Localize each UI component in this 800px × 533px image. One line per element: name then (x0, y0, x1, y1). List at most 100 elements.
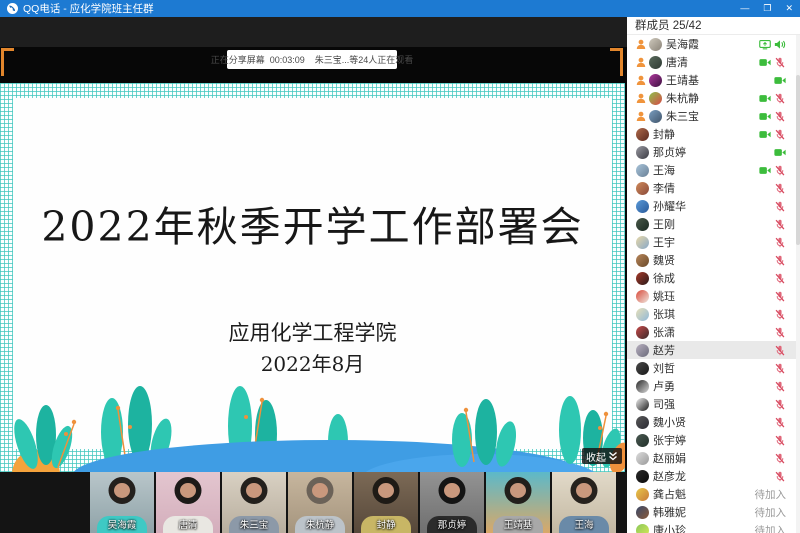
app-body: 正在分享屏幕 00:03:09 朱三宝...等24人正在观看 2022年秋季开学… (0, 17, 800, 533)
participant-face (576, 483, 592, 498)
member-badge-icon (636, 75, 646, 85)
minimize-button[interactable]: — (740, 0, 749, 17)
member-name: 张潇 (653, 324, 675, 340)
pending-join-label: 待加入 (755, 523, 787, 533)
avatar (636, 308, 649, 321)
member-status-icons (774, 183, 786, 194)
maximize-button[interactable]: ❐ (763, 0, 771, 17)
member-row[interactable]: 姚珏 (627, 287, 796, 305)
member-row[interactable]: 魏小贤 (627, 413, 796, 431)
avatar (636, 146, 649, 159)
avatar (636, 362, 649, 375)
speaker-on-icon (774, 39, 786, 50)
member-name: 魏贤 (653, 252, 675, 268)
member-status-icons (774, 291, 786, 302)
member-row[interactable]: 张宇婷 (627, 431, 796, 449)
video-tile[interactable]: 吴海霞 (90, 472, 154, 533)
member-row[interactable]: 赵丽娟 (627, 449, 796, 467)
capture-corner-top-right (610, 48, 623, 76)
avatar (636, 380, 649, 393)
participant-face (378, 483, 394, 498)
avatar (636, 182, 649, 195)
member-badge-icon (636, 111, 646, 121)
avatar (636, 470, 649, 483)
camera-on-icon (774, 147, 786, 158)
member-row[interactable]: 龚占魁待加入 (627, 485, 796, 503)
camera-on-icon (759, 93, 771, 104)
member-row[interactable]: 朱三宝 (627, 107, 796, 125)
avatar (636, 128, 649, 141)
member-row[interactable]: 那贞婷 (627, 143, 796, 161)
collapse-strip-button[interactable]: 收起 (582, 448, 622, 464)
scrollbar-track[interactable] (796, 35, 800, 533)
video-tile[interactable]: 唐清 (156, 472, 220, 533)
member-row[interactable]: 赵芳 (627, 341, 796, 359)
member-row[interactable]: 徐成 (627, 269, 796, 287)
member-row[interactable]: 朱杭静 (627, 89, 796, 107)
avatar (636, 290, 649, 303)
window-titlebar: QQ电话 - 应化学院班主任群 — ❐ ✕ (0, 0, 800, 17)
sharing-timer: 00:03:09 (270, 55, 305, 65)
member-row[interactable]: 韩雅妮待加入 (627, 503, 796, 521)
mic-muted-icon (774, 255, 786, 266)
member-row[interactable]: 康小珍待加入 (627, 521, 796, 533)
member-row[interactable]: 魏贤 (627, 251, 796, 269)
participant-name: 朱三宝 (222, 517, 286, 531)
avatar (649, 92, 662, 105)
video-tile[interactable]: 王海 (552, 472, 616, 533)
member-status-icons (774, 255, 786, 266)
video-tile[interactable]: 朱杭静 (288, 472, 352, 533)
window-title: QQ电话 - 应化学院班主任群 (23, 1, 154, 16)
member-row[interactable]: 王靖基 (627, 71, 796, 89)
video-tile[interactable]: 封静 (354, 472, 418, 533)
member-row[interactable]: 司强 (627, 395, 796, 413)
member-row[interactable]: 唐清 (627, 53, 796, 71)
member-name: 王刚 (653, 216, 675, 232)
member-status-icons (774, 309, 786, 320)
video-tile[interactable]: 王靖基 (486, 472, 550, 533)
member-name: 唐清 (666, 54, 688, 70)
member-row[interactable]: 卢勇 (627, 377, 796, 395)
avatar (636, 398, 649, 411)
member-status-icons (774, 237, 786, 248)
member-name: 王宇 (653, 234, 675, 250)
participant-name: 那贞婷 (420, 517, 484, 531)
scrollbar-thumb[interactable] (796, 75, 800, 245)
avatar (636, 524, 649, 533)
mic-muted-icon (774, 183, 786, 194)
mic-muted-icon (774, 435, 786, 446)
avatar (649, 110, 662, 123)
member-row[interactable]: 张琪 (627, 305, 796, 323)
mic-muted-icon (774, 453, 786, 464)
member-name: 朱杭静 (666, 90, 699, 106)
video-tile[interactable]: 那贞婷 (420, 472, 484, 533)
video-thumbnail-strip: 吴海霞唐清朱三宝朱杭静封静那贞婷王靖基王海 (0, 472, 627, 533)
screen-share-area: 正在分享屏幕 00:03:09 朱三宝...等24人正在观看 2022年秋季开学… (0, 17, 627, 533)
member-name: 赵彦龙 (653, 468, 686, 484)
member-status-icons (774, 471, 786, 482)
member-row[interactable]: 张潇 (627, 323, 796, 341)
member-status-icons (774, 435, 786, 446)
member-name: 孙耀华 (653, 198, 686, 214)
member-row[interactable]: 刘哲 (627, 359, 796, 377)
member-row[interactable]: 王海 (627, 161, 796, 179)
member-status-icons (774, 399, 786, 410)
avatar (636, 344, 649, 357)
member-row[interactable]: 封静 (627, 125, 796, 143)
mic-muted-icon (774, 471, 786, 482)
screen-share-icon (759, 39, 771, 50)
member-row[interactable]: 王刚 (627, 215, 796, 233)
member-row[interactable]: 赵彦龙 (627, 467, 796, 485)
member-row[interactable]: 李倩 (627, 179, 796, 197)
mic-muted-icon (774, 345, 786, 356)
member-badge-icon (636, 57, 646, 67)
member-row[interactable]: 王宇 (627, 233, 796, 251)
close-button[interactable]: ✕ (785, 0, 793, 17)
member-badge-icon (636, 93, 646, 103)
member-name: 刘哲 (653, 360, 675, 376)
member-row[interactable]: 孙耀华 (627, 197, 796, 215)
member-status-icons (774, 75, 786, 86)
camera-on-icon (759, 165, 771, 176)
member-row[interactable]: 吴海霞 (627, 35, 796, 53)
video-tile[interactable]: 朱三宝 (222, 472, 286, 533)
